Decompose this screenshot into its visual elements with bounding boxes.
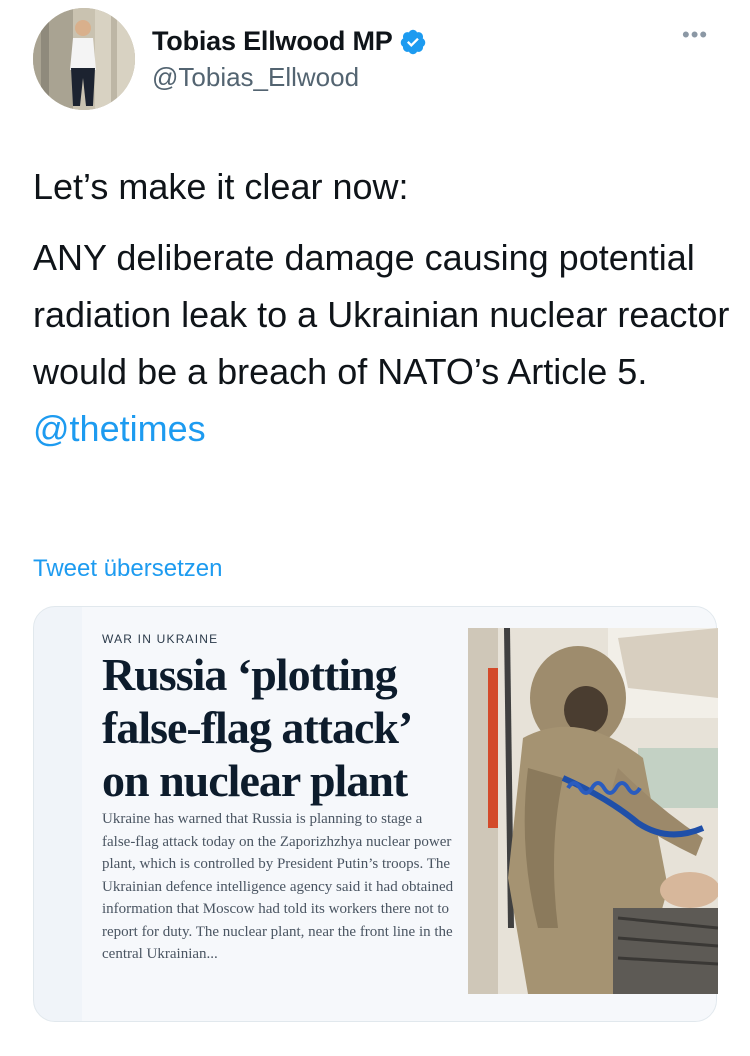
verified-badge-icon <box>399 28 427 56</box>
user-handle[interactable]: @Tobias_Ellwood <box>152 62 359 93</box>
display-name[interactable]: Tobias Ellwood MP <box>152 26 393 57</box>
more-options-icon[interactable]: ••• <box>682 22 708 48</box>
tweet-body: Let’s make it clear now: ANY deliberate … <box>33 158 733 457</box>
article-kicker: WAR IN UKRAINE <box>102 632 219 646</box>
mention-link[interactable]: @thetimes <box>33 400 733 457</box>
translate-tweet-link[interactable]: Tweet übersetzen <box>33 555 222 583</box>
hazmat-suit-photo[interactable] <box>468 628 718 994</box>
article-headline[interactable]: Russia ‘plotting false-flag attack’ on n… <box>102 648 462 807</box>
tweet-statement: ANY deliberate damage causing potential … <box>33 237 730 392</box>
avatar[interactable] <box>33 8 135 110</box>
tweet-line-1: Let’s make it clear now: <box>33 166 409 207</box>
article-summary: Ukraine has warned that Russia is planni… <box>102 811 454 962</box>
tweet-header: Tobias Ellwood MP @Tobias_Ellwood ••• <box>0 0 750 130</box>
tweet-line-2: ANY deliberate damage causing potential … <box>33 229 733 457</box>
